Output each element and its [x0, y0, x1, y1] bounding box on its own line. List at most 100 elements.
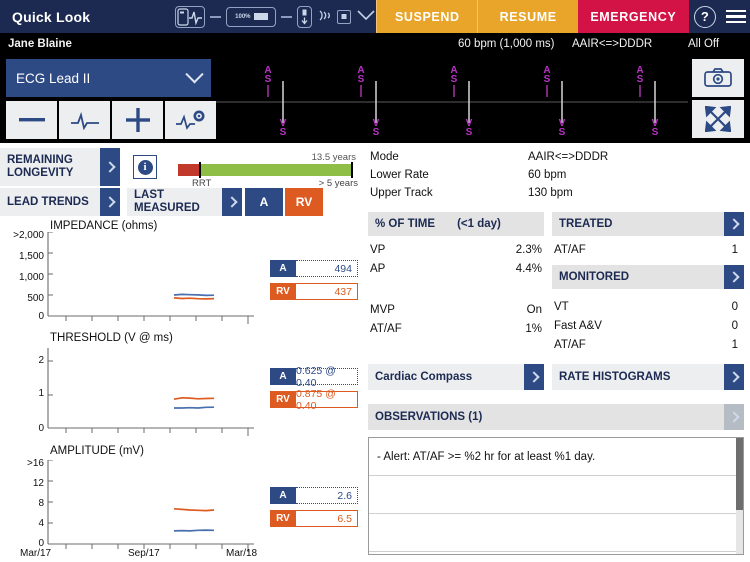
- chevron-right-icon: [728, 411, 740, 423]
- amplitude-chart: AMPLITUDE (mV) >16 12 8 4 0 Mar/17 Sep/1…: [0, 443, 360, 561]
- rate-histograms-button[interactable]: RATE HISTOGRAMS: [552, 364, 744, 390]
- impedance-ytick-1: 1,500: [18, 251, 44, 262]
- wireless-icon: [317, 9, 332, 25]
- ecg-settings-button[interactable]: [165, 101, 216, 139]
- amplitude-ytick-1: 12: [32, 478, 44, 489]
- ecg-lead-label: ECG Lead II: [16, 70, 91, 86]
- chevron-right-icon: [104, 196, 116, 208]
- suspend-button[interactable]: SUSPEND: [376, 0, 478, 33]
- expand-icon[interactable]: [692, 100, 744, 138]
- longevity-rrt-tick: [199, 162, 201, 178]
- impedance-value-a-text: 494: [296, 260, 358, 277]
- resume-button[interactable]: RESUME: [477, 0, 579, 33]
- longevity-value: 13.5 years: [311, 152, 356, 163]
- chevron-right-icon: [226, 196, 238, 208]
- page-title: Quick Look: [12, 8, 91, 25]
- rate-histograms-arrow-icon[interactable]: [724, 364, 744, 390]
- chevron-right-icon: [528, 371, 540, 383]
- longevity-gauge: 13.5 years RRT > 5 years: [178, 152, 358, 192]
- monitored-arrow-button[interactable]: [724, 265, 744, 289]
- svg-text:S: S: [637, 74, 644, 85]
- treated-header[interactable]: TREATED: [552, 212, 744, 236]
- last-measured-arrow-button[interactable]: [222, 188, 242, 216]
- ecg-waveform-display[interactable]: AS AS AS AS AS VS VS VS VS VS: [216, 59, 688, 139]
- impedance-value-rv: RV 437: [270, 283, 358, 300]
- cardiac-compass-arrow-icon[interactable]: [524, 364, 544, 390]
- chevron-down-icon[interactable]: [356, 9, 376, 25]
- threshold-tag-a: A: [270, 368, 296, 385]
- paced-rate-readout: 60 bpm (1,000 ms): [458, 38, 555, 50]
- threshold-value-a: A 0.625 @ 0.40: [270, 365, 358, 389]
- quick-look-screen: Quick Look 100% SUSPEND RESUME EMERGENCY…: [0, 0, 750, 562]
- percent-of-time-period: (<1 day): [457, 218, 501, 230]
- pacing-mode-readout: AAIR<=>DDDR: [572, 38, 653, 50]
- ecg-strip-band: ECG Lead II A S A S A S A S A S V S V S …: [0, 55, 750, 143]
- impedance-value-a: A 494: [270, 260, 358, 277]
- list-item[interactable]: [369, 514, 743, 552]
- list-item[interactable]: [369, 476, 743, 514]
- lower-rate-label: Lower Rate: [370, 169, 429, 181]
- amplitude-tag-a: A: [270, 487, 296, 504]
- upper-track-value: 130 bpm: [528, 187, 573, 199]
- threshold-ytick-2: 0: [38, 423, 44, 434]
- remaining-longevity-label-line2: LONGEVITY: [7, 167, 74, 179]
- chevron-right-icon: [104, 161, 116, 173]
- last-measured-row[interactable]: LAST MEASURED: [127, 188, 242, 216]
- cardiac-compass-button[interactable]: Cardiac Compass: [368, 364, 544, 390]
- observations-header[interactable]: OBSERVATIONS (1): [368, 404, 744, 430]
- svg-text:S: S: [559, 127, 566, 138]
- amplitude-plot: [47, 460, 254, 552]
- monitored-fastav-value: 0: [731, 320, 738, 332]
- camera-icon[interactable]: [692, 59, 744, 97]
- chevron-right-icon: [728, 271, 740, 283]
- threshold-value-rv: RV 0.875 @ 0.40: [270, 388, 358, 412]
- percent-of-time-header: % OF TIME (<1 day): [368, 212, 544, 236]
- remaining-longevity-arrow-button[interactable]: [100, 148, 120, 186]
- ecg-lead-selector[interactable]: ECG Lead II: [6, 59, 211, 97]
- lower-rate-value: 60 bpm: [528, 169, 567, 181]
- help-icon: ?: [693, 5, 716, 28]
- svg-text:S: S: [265, 74, 272, 85]
- ecg-gain-increase-button[interactable]: [112, 101, 163, 139]
- longevity-info-button[interactable]: i: [133, 155, 157, 179]
- last-measured-label-line1: LAST: [134, 189, 165, 202]
- amplitude-xtick-1: Sep/17: [128, 548, 160, 559]
- menu-icon[interactable]: [721, 0, 750, 33]
- longevity-end-tick: [351, 162, 353, 178]
- chamber-chip-rv[interactable]: RV: [285, 188, 323, 216]
- impedance-chart: IMPEDANCE (ohms) >2,000 1,500 1,000 500 …: [0, 218, 360, 326]
- observations-scrollbar[interactable]: [736, 438, 743, 554]
- ap-value: 4.4%: [515, 263, 542, 275]
- observations-scrollbar-thumb[interactable]: [736, 438, 743, 510]
- impedance-ytick-0: >2,000: [13, 230, 44, 241]
- battery-fill: [253, 13, 268, 20]
- rate-histograms-label: RATE HISTOGRAMS: [559, 371, 671, 383]
- remaining-longevity-row[interactable]: REMAINING LONGEVITY: [0, 148, 120, 186]
- help-button[interactable]: ?: [689, 0, 722, 33]
- observations-arrow-button[interactable]: [724, 404, 744, 430]
- atafpct-value: 1%: [525, 323, 542, 335]
- amplitude-ytick-0: >16: [27, 458, 44, 469]
- svg-text:S: S: [451, 74, 458, 85]
- ecg-control-group: [6, 101, 216, 139]
- ecg-waveform-button[interactable]: [59, 101, 110, 139]
- svg-text:S: S: [358, 74, 365, 85]
- last-measured-label-line2: MEASURED: [134, 202, 200, 214]
- threshold-ytick-0: 2: [38, 355, 44, 366]
- treated-arrow-button[interactable]: [724, 212, 744, 236]
- chamber-chip-a[interactable]: A: [245, 188, 283, 216]
- list-item[interactable]: - Alert: AT/AF >= %2 hr for at least %1 …: [369, 438, 743, 476]
- amplitude-ytick-3: 4: [38, 518, 44, 529]
- lead-trends-row[interactable]: LEAD TRENDS: [0, 188, 120, 216]
- emergency-button[interactable]: EMERGENCY: [578, 0, 689, 33]
- mvp-value: On: [526, 304, 542, 316]
- upper-track-label: Upper Track: [370, 187, 433, 199]
- observations-list[interactable]: - Alert: AT/AF >= %2 hr for at least %1 …: [368, 437, 744, 555]
- svg-text:S: S: [652, 127, 659, 138]
- monitored-header[interactable]: MONITORED: [552, 265, 744, 289]
- status-icon-group: 100%: [173, 5, 376, 28]
- amplitude-value-rv: RV 6.5: [270, 510, 358, 527]
- ecg-gain-decrease-button[interactable]: [6, 101, 57, 139]
- connector-dash-2: [281, 15, 293, 18]
- lead-trends-arrow-button[interactable]: [100, 188, 120, 216]
